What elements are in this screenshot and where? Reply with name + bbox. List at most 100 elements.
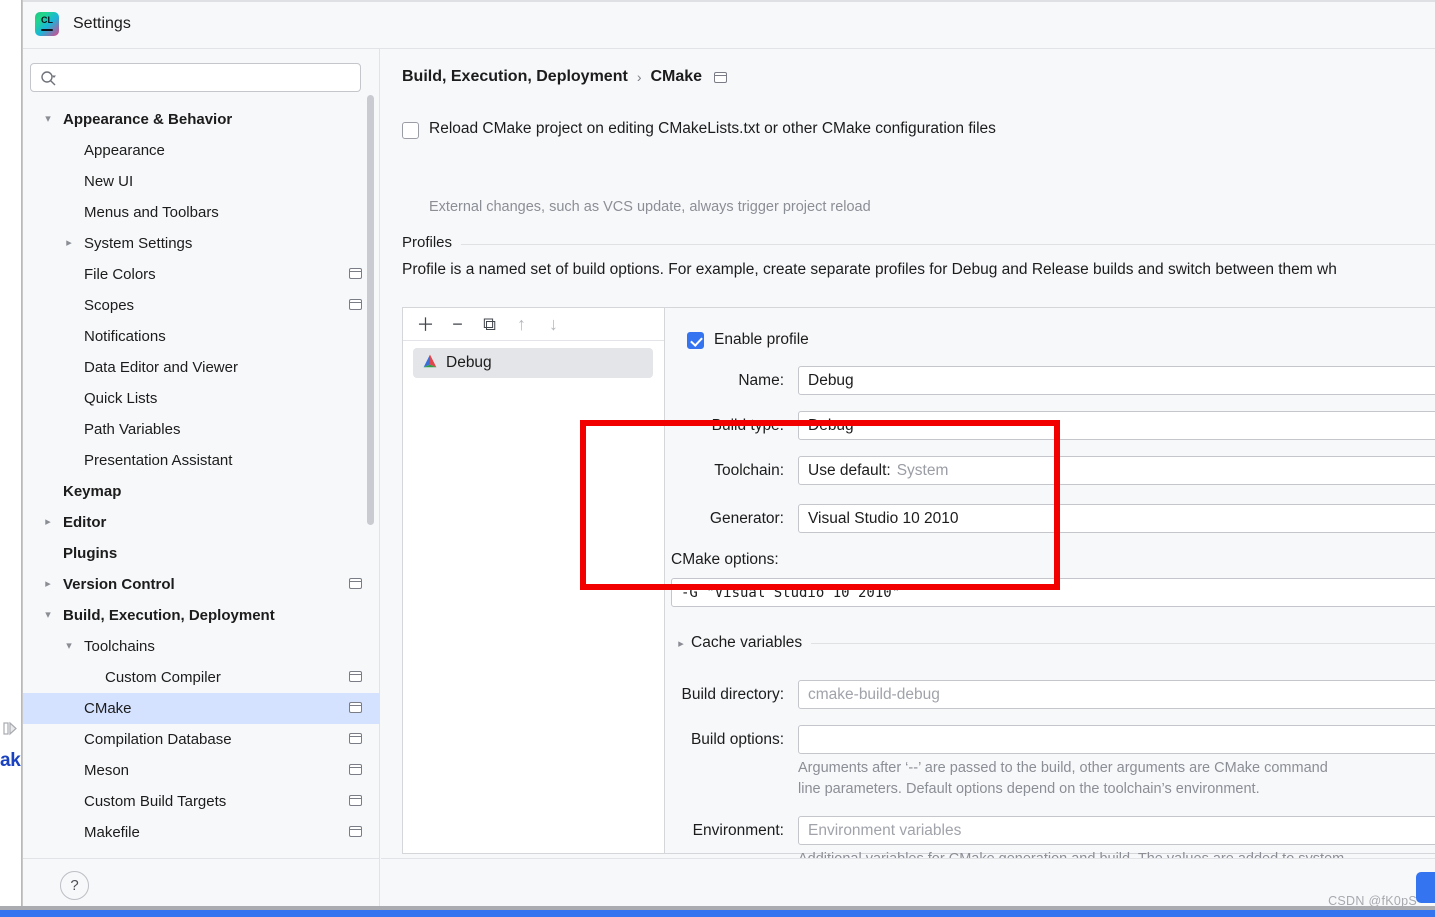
name-row: Name: Debug [665,366,1435,395]
sidebar-item-system-settings[interactable]: ▸System Settings [23,228,380,259]
sidebar-item-notifications[interactable]: Notifications [23,321,380,352]
build-options-field[interactable] [798,725,1435,754]
sidebar-item-appearance[interactable]: Appearance [23,135,380,166]
chevron-right-icon[interactable]: ▸ [41,507,55,538]
toolchain-value-detail: System [897,462,949,480]
sidebar-item-plugins[interactable]: Plugins [23,538,380,569]
expand-panel-icon[interactable] [1,718,21,738]
remove-profile-button[interactable]: − [443,311,472,338]
profile-list-item-label: Debug [446,354,492,372]
name-field-value: Debug [808,372,854,390]
sidebar-item-menus-and-toolbars[interactable]: Menus and Toolbars [23,197,380,228]
sidebar-item-data-editor-and-viewer[interactable]: Data Editor and Viewer [23,352,380,383]
enable-profile-row[interactable]: Enable profile [687,330,809,349]
generator-combobox[interactable]: Visual Studio 10 2010 ▾ [798,504,1435,533]
sidebar-item-meson[interactable]: Meson [23,755,380,786]
reload-project-checkbox-row[interactable]: Reload CMake project on editing CMakeLis… [402,120,996,139]
sidebar-item-label: Editor [63,514,106,531]
sidebar-item-label: Plugins [63,545,117,562]
sidebar-item-label: Notifications [84,328,166,345]
chevron-down-icon[interactable]: ▾ [62,631,76,662]
cmake-logo-icon [422,353,438,374]
settings-dialog: Settings ▾Appearance & Behavior Appearanc… [22,0,1435,917]
build-directory-field[interactable]: cmake-build-debug [798,680,1435,709]
sidebar-item-editor[interactable]: ▸ Editor [23,507,380,538]
cmake-options-value: -G "Visual Studio 10 2010" [681,585,900,601]
sidebar-item-custom-compiler[interactable]: Custom Compiler [23,662,380,693]
project-scope-icon [349,795,362,806]
sidebar-item-makefile[interactable]: Makefile [23,817,380,848]
sidebar-item-label: Menus and Toolbars [84,204,219,221]
breadcrumb-root[interactable]: Build, Execution, Deployment [402,68,628,86]
sidebar-item-label: Appearance [84,142,165,159]
sidebar-item-quick-lists[interactable]: Quick Lists [23,383,380,414]
toolchain-combobox[interactable]: Use default: System ▾ [798,456,1435,485]
background-app-text: ak [0,750,21,772]
sidebar-item-label: Compilation Database [84,731,232,748]
sidebar-item-scopes[interactable]: Scopes [23,290,380,321]
chevron-right-icon[interactable]: ▸ [41,569,55,600]
build-type-value: Debug [808,417,854,435]
cmake-options-field[interactable]: -G "Visual Studio 10 2010" [671,578,1435,607]
sidebar-item-label: Quick Lists [84,390,157,407]
sidebar-item-toolchains[interactable]: ▾ Toolchains [23,631,380,662]
profile-list-item[interactable]: Debug [413,348,653,378]
project-scope-icon [349,764,362,775]
sidebar-item-label: Toolchains [84,638,155,655]
project-scope-icon [349,268,362,279]
sidebar-item-keymap[interactable]: Keymap [23,476,380,507]
toolchain-label: Toolchain: [665,462,798,480]
profiles-panel: ＋−⧉↑↓ Debug [402,307,1435,854]
breadcrumb-leaf: CMake [650,68,702,86]
add-profile-button[interactable]: ＋ [411,311,440,338]
chevron-right-icon[interactable]: ▸ [62,228,76,259]
enable-profile-checkbox[interactable] [687,332,704,349]
sidebar-item-cmake[interactable]: CMake [23,693,380,724]
project-scope-icon [349,702,362,713]
profiles-list-pane: ＋−⧉↑↓ Debug [403,308,665,853]
sidebar-item-build-execution-deployment[interactable]: ▾Build, Execution, Deployment [23,600,380,631]
generator-value: Visual Studio 10 2010 [808,510,959,528]
build-type-combobox[interactable]: Debug ▾ [798,411,1435,440]
sidebar-item-label: Keymap [63,483,121,500]
sidebar-item-compilation-database[interactable]: Compilation Database [23,724,380,755]
sidebar-item-custom-build-targets[interactable]: Custom Build Targets [23,786,380,817]
profiles-toolbar: ＋−⧉↑↓ [403,308,664,341]
sidebar-item-label: New UI [84,173,133,190]
help-button[interactable]: ? [60,871,89,900]
toolchain-row: Toolchain: Use default: System ▾ [665,456,1435,485]
ok-button[interactable] [1416,872,1435,903]
chevron-down-icon[interactable]: ▾ [41,104,55,135]
sidebar-item-version-control[interactable]: ▸ Version Control [23,569,380,600]
environment-hint: Additional variables for CMake generatio… [798,849,1344,858]
environment-row: Environment: Environment variables [665,816,1435,845]
dialog-titlebar: Settings [23,0,1435,49]
copy-profile-button[interactable]: ⧉ [475,311,504,338]
build-type-label: Build type: [665,417,798,435]
breadcrumb: Build, Execution, Deployment › CMake [402,68,727,86]
sidebar-item-file-colors[interactable]: File Colors [23,259,380,290]
cache-variables-row[interactable]: ▸ Cache variables [671,634,1435,652]
background-app-edge: ak [0,0,22,917]
sidebar-item-appearance-behavior[interactable]: ▾Appearance & Behavior [23,104,380,135]
sidebar-item-path-variables[interactable]: Path Variables [23,414,380,445]
sidebar-item-label: Scopes [84,297,134,314]
reload-project-checkbox[interactable] [402,122,419,139]
chevron-down-icon[interactable]: ▾ [41,600,55,631]
toolchain-value: Use default: [808,462,891,480]
environment-label: Environment: [665,822,798,840]
sidebar-item-label: Version Control [63,576,175,593]
environment-field[interactable]: Environment variables [798,816,1435,845]
search-icon [40,70,57,87]
sidebar-item-label: Makefile [84,824,140,841]
sidebar-item-presentation-assistant[interactable]: Presentation Assistant [23,445,380,476]
name-field[interactable]: Debug [798,366,1435,395]
project-scope-icon [714,72,727,83]
titlebar-top-divider [23,0,1435,2]
sidebar-scrollbar[interactable] [367,95,374,525]
clion-logo-icon [35,12,59,36]
settings-sidebar: ▾Appearance & Behavior Appearance New UI Me… [23,49,380,858]
settings-tree[interactable]: ▾Appearance & Behavior Appearance New UI Me… [23,104,380,858]
search-input[interactable] [30,63,361,92]
sidebar-item-new-ui[interactable]: New UI [23,166,380,197]
